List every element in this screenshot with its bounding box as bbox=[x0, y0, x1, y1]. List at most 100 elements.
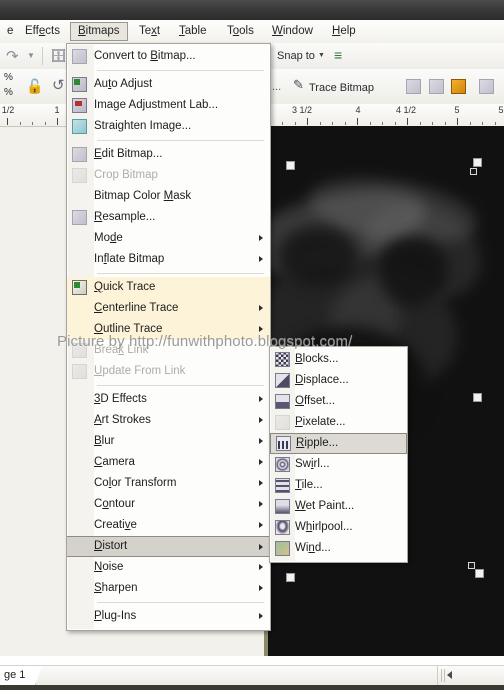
crop-tool-icon[interactable] bbox=[406, 79, 421, 94]
submenu-item-whirlpool[interactable]: Whirlpool... bbox=[270, 517, 407, 538]
submenu-item-label: Swirl... bbox=[295, 458, 330, 470]
undo-dropdown-chevron-icon[interactable]: ▼ bbox=[27, 52, 35, 60]
snap-to-chevron-icon[interactable]: ▼ bbox=[318, 52, 325, 59]
menu-bitmaps[interactable]: Bitmaps bbox=[70, 22, 128, 41]
menu-help[interactable]: Help bbox=[325, 23, 363, 40]
options-list-icon[interactable]: ≡ bbox=[334, 48, 342, 62]
menu-item-label: Distort bbox=[94, 540, 128, 552]
submenu-item-pixelate[interactable]: Pixelate... bbox=[270, 412, 407, 433]
menu-item-creative[interactable]: Creative bbox=[67, 515, 270, 536]
menu-item-icon-slot bbox=[67, 410, 94, 431]
offset-icon bbox=[275, 394, 290, 409]
submenu-item-ripple[interactable]: Ripple... bbox=[270, 433, 407, 454]
submenu-item-icon-slot bbox=[270, 538, 295, 559]
menu-item-label: Creative bbox=[94, 519, 137, 531]
menu-item-icon-slot bbox=[67, 298, 94, 319]
menu-item-noise[interactable]: Noise bbox=[67, 557, 270, 578]
menu-item-centerline-trace[interactable]: Centerline Trace bbox=[67, 298, 270, 319]
menu-item-auto-adjust[interactable]: Auto Adjust bbox=[67, 74, 270, 95]
resample-tool-icon[interactable] bbox=[429, 79, 444, 94]
selection-handle[interactable] bbox=[286, 161, 295, 170]
menu-separator bbox=[97, 140, 264, 141]
inflate-bitmap-icon[interactable] bbox=[479, 79, 494, 94]
menu-tools[interactable]: Tools bbox=[220, 23, 261, 40]
selection-handle[interactable] bbox=[473, 393, 482, 402]
ruler-tick-label: 5 bbox=[454, 105, 460, 115]
submenu-item-wet-paint[interactable]: Wet Paint... bbox=[270, 496, 407, 517]
menu-table-label: Table bbox=[179, 25, 207, 37]
page-tab[interactable]: ge 1 bbox=[0, 666, 43, 685]
menu-item-3d-effects[interactable]: 3D Effects bbox=[67, 389, 270, 410]
submenu-item-offset[interactable]: Offset... bbox=[270, 391, 407, 412]
undo-icon[interactable]: ↷ bbox=[6, 49, 19, 64]
menu-item-art-strokes[interactable]: Art Strokes bbox=[67, 410, 270, 431]
selection-handle-small[interactable] bbox=[470, 168, 477, 175]
horizontal-scrollbar[interactable] bbox=[437, 665, 504, 686]
menu-item-camera[interactable]: Camera bbox=[67, 452, 270, 473]
ripple-icon bbox=[276, 436, 291, 451]
menu-item-convert-to-bitmap[interactable]: Convert to Bitmap... bbox=[67, 46, 270, 67]
submenu-arrow-icon bbox=[259, 613, 263, 619]
auto-adjust-icon bbox=[72, 77, 87, 92]
selection-handle-small[interactable] bbox=[468, 562, 475, 569]
menu-item-bitmap-color-mask[interactable]: Bitmap Color Mask bbox=[67, 186, 270, 207]
menu-item-color-transform[interactable]: Color Transform bbox=[67, 473, 270, 494]
submenu-arrow-icon bbox=[259, 396, 263, 402]
scroll-left-arrow-icon[interactable] bbox=[447, 671, 452, 679]
rotate-icon[interactable]: ↺ bbox=[52, 78, 65, 93]
menu-item-icon-slot bbox=[67, 389, 94, 410]
ruler-tick-label: 4 1/2 bbox=[395, 105, 417, 115]
menu-item-distort[interactable]: Distort bbox=[67, 536, 270, 557]
submenu-arrow-icon bbox=[259, 417, 263, 423]
import-icon[interactable]: 🗄 bbox=[50, 49, 67, 62]
menu-item-label: Blur bbox=[94, 435, 115, 447]
menu-item-straighten-image[interactable]: Straighten Image... bbox=[67, 116, 270, 137]
menu-item-icon-slot bbox=[67, 95, 94, 116]
menu-effects[interactable]: Effects bbox=[18, 23, 67, 40]
submenu-arrow-icon bbox=[259, 459, 263, 465]
submenu-item-displace[interactable]: Displace... bbox=[270, 370, 407, 391]
menu-item-plug-ins[interactable]: Plug-Ins bbox=[67, 606, 270, 627]
menu-item-mode[interactable]: Mode bbox=[67, 228, 270, 249]
lock-ratio-icon[interactable]: 🔓 bbox=[26, 79, 43, 93]
trace-bitmap-label[interactable]: Trace Bitmap bbox=[309, 82, 374, 94]
menu-item-icon-slot bbox=[67, 207, 94, 228]
menu-item-blur[interactable]: Blur bbox=[67, 431, 270, 452]
selection-handle[interactable] bbox=[286, 573, 295, 582]
submenu-arrow-icon bbox=[259, 256, 263, 262]
submenu-item-swirl[interactable]: Swirl... bbox=[270, 454, 407, 475]
submenu-item-tile[interactable]: Tile... bbox=[270, 475, 407, 496]
distort-submenu[interactable]: Blocks... Displace... Offset... Pixelate...… bbox=[269, 346, 408, 563]
menu-window[interactable]: Window bbox=[265, 23, 320, 40]
page-tab-bar[interactable]: ge 1 bbox=[0, 665, 437, 687]
menu-item-contour[interactable]: Contour bbox=[67, 494, 270, 515]
menu-item-edit-bitmap[interactable]: Edit Bitmap... bbox=[67, 144, 270, 165]
menu-item-icon-slot bbox=[67, 431, 94, 452]
crop-bitmap-icon bbox=[72, 168, 87, 183]
menu-item-label: Mode bbox=[94, 232, 123, 244]
menu-item-resample[interactable]: Resample... bbox=[67, 207, 270, 228]
selection-handle[interactable] bbox=[475, 569, 484, 578]
submenu-arrow-icon bbox=[259, 544, 263, 550]
menu-item-image-adjustment-lab[interactable]: Image Adjustment Lab... bbox=[67, 95, 270, 116]
coreldraw-window: e Effects Bitmaps Text Table Tools Windo… bbox=[0, 0, 504, 690]
menu-item-icon-slot bbox=[67, 452, 94, 473]
menu-text[interactable]: Text bbox=[132, 23, 167, 40]
menu-item-quick-trace[interactable]: Quick Trace bbox=[67, 277, 270, 298]
menu-item-inflate-bitmap[interactable]: Inflate Bitmap bbox=[67, 249, 270, 270]
submenu-item-icon-slot bbox=[271, 433, 296, 454]
menu-text-label: Text bbox=[139, 25, 161, 37]
submenu-item-blocks[interactable]: Blocks... bbox=[270, 349, 407, 370]
image-adjustment-lab-icon bbox=[72, 98, 87, 113]
submenu-item-wind[interactable]: Wind... bbox=[270, 538, 407, 559]
menu-item-sharpen[interactable]: Sharpen bbox=[67, 578, 270, 599]
menu-table[interactable]: Table bbox=[172, 23, 214, 40]
menu-help-label: Help bbox=[332, 25, 356, 37]
overflow-ellipsis[interactable]: ... bbox=[272, 81, 281, 93]
bitmap-color-mask-icon[interactable] bbox=[451, 79, 466, 94]
selection-handle[interactable] bbox=[473, 158, 482, 167]
submenu-arrow-icon bbox=[259, 522, 263, 528]
trace-bitmap-icon[interactable]: ✎ bbox=[293, 78, 304, 91]
snap-to-label[interactable]: Snap to bbox=[277, 50, 315, 62]
submenu-arrow-icon bbox=[259, 305, 263, 311]
